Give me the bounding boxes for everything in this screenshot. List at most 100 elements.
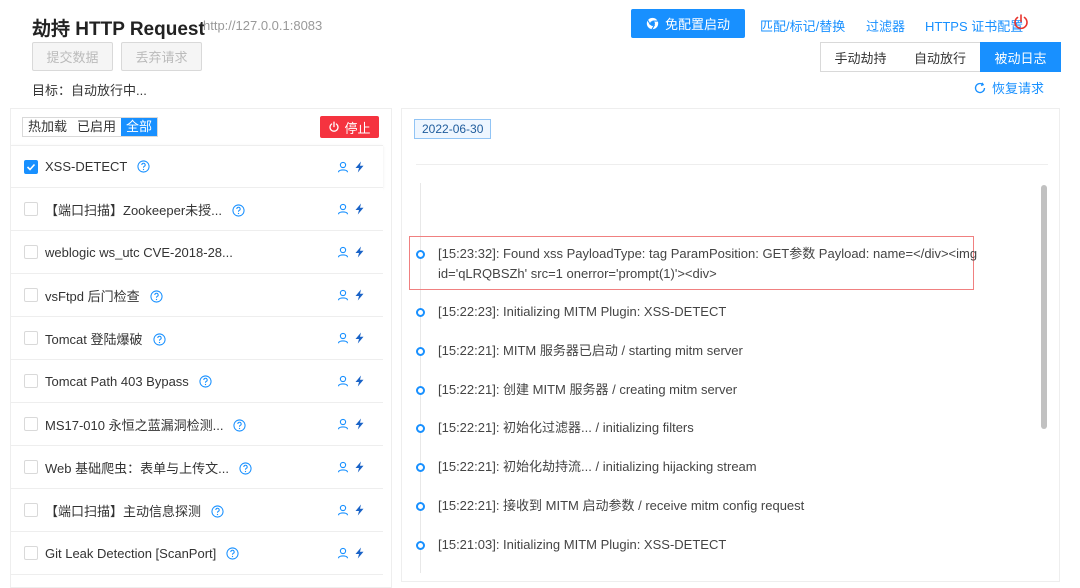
log-line: [15:23:32]: Found xss PayloadType: tag P…: [438, 246, 978, 261]
log-line: [15:22:23]: Initializing MITM Plugin: XS…: [438, 304, 727, 319]
plugin-name: XSS-DETECT: [45, 159, 150, 174]
bolt-icon[interactable]: [354, 547, 365, 559]
help-icon[interactable]: [232, 203, 245, 217]
plugin-item[interactable]: XSS-DETECT: [11, 145, 383, 188]
plugin-actions: [337, 246, 365, 258]
power-icon[interactable]: [1012, 13, 1030, 31]
plugin-name: Git Leak Detection [ScanPort]: [45, 546, 239, 561]
plugin-name: 【端口扫描】主动信息探测: [45, 501, 224, 520]
filter-hot-reload[interactable]: 热加载: [23, 118, 72, 136]
plugin-item[interactable]: 【端口扫描】Zookeeper未授...: [11, 188, 383, 231]
help-icon[interactable]: [137, 160, 150, 173]
help-icon[interactable]: [211, 504, 224, 518]
help-icon[interactable]: [199, 374, 212, 388]
user-icon[interactable]: [337, 203, 349, 215]
plugin-name: Web 基础爬虫：表单与上传文...: [45, 458, 252, 477]
log-entry: [15:22:21]: 初始化过滤器... / initializing fil…: [438, 418, 694, 438]
help-icon[interactable]: [239, 461, 252, 475]
target-status: 目标：自动放行中...: [32, 83, 147, 98]
log-line: [15:22:21]: 接收到 MITM 启动参数 / receive mitm…: [438, 498, 805, 513]
chrome-icon: [646, 17, 659, 30]
plugin-actions: [337, 547, 365, 559]
user-icon[interactable]: [337, 161, 349, 173]
plugin-name-text: Web 基础爬虫：表单与上传文...: [45, 460, 229, 476]
mode-manual-hijack[interactable]: 手动劫持: [820, 42, 901, 72]
plugin-item[interactable]: Git Leak Detection [ScanPort]: [11, 532, 383, 575]
plugin-checkbox[interactable]: [24, 288, 38, 302]
user-icon[interactable]: [337, 289, 349, 301]
plugin-checkbox[interactable]: [24, 503, 38, 517]
quick-start-button[interactable]: 免配置启动: [631, 9, 745, 38]
submit-data-button[interactable]: 提交数据: [32, 42, 113, 71]
user-icon[interactable]: [337, 332, 349, 344]
bolt-icon[interactable]: [354, 289, 365, 301]
plugin-name: MS17-010 永恒之蓝漏洞检测...: [45, 415, 247, 434]
bolt-icon[interactable]: [354, 332, 365, 344]
log-scrollbar[interactable]: [1041, 185, 1047, 429]
match-replace-link[interactable]: 匹配/标记/替换: [760, 16, 845, 35]
filter-all[interactable]: 全部: [121, 118, 158, 136]
bolt-icon[interactable]: [354, 461, 365, 473]
plugin-item[interactable]: weblogic ws_utc CVE-2018-28...: [11, 231, 383, 274]
help-icon[interactable]: [233, 418, 247, 432]
bolt-icon[interactable]: [354, 418, 365, 430]
plugin-item[interactable]: vsFtpd 后门检查: [11, 274, 383, 317]
user-icon[interactable]: [337, 547, 349, 559]
plugin-name: weblogic ws_utc CVE-2018-28...: [45, 245, 233, 260]
divider: [416, 164, 1048, 165]
plugin-name-text: Tomcat 登陆爆破: [45, 331, 143, 347]
help-icon[interactable]: [152, 332, 166, 346]
plugin-actions: [337, 161, 365, 173]
plugin-name-text: Git Leak Detection [ScanPort]: [45, 545, 217, 561]
plugin-name-text: 【端口扫描】Zookeeper未授...: [45, 202, 222, 218]
plugin-checkbox[interactable]: [24, 159, 38, 174]
plugin-item[interactable]: Tomcat Path 403 Bypass: [11, 360, 383, 403]
bolt-icon[interactable]: [354, 246, 365, 258]
bolt-icon[interactable]: [354, 161, 365, 173]
help-icon[interactable]: [226, 546, 239, 560]
timeline-dot: [416, 347, 425, 356]
filter-link[interactable]: 过滤器: [866, 16, 905, 35]
plugin-checkbox[interactable]: [24, 374, 38, 388]
bolt-icon[interactable]: [354, 504, 365, 516]
bolt-icon[interactable]: [354, 203, 365, 215]
plugin-checkbox[interactable]: [24, 460, 38, 474]
bolt-icon[interactable]: [354, 375, 365, 387]
filter-enabled[interactable]: 已启用: [72, 118, 121, 136]
user-icon[interactable]: [337, 504, 349, 516]
plugin-panel: 热加载 已启用 全部 停止 XSS-DETECT 【端口扫描】Zookeeper未…: [10, 108, 392, 588]
timeline-dot: [416, 308, 425, 317]
header: 劫持 HTTP Request http://127.0.0.1:8083 提交…: [0, 0, 1080, 100]
plugin-actions: [337, 418, 365, 430]
plugin-checkbox[interactable]: [24, 331, 38, 345]
date-tag: 2022-06-30: [414, 119, 492, 139]
https-cert-link[interactable]: HTTPS 证书配置: [925, 16, 1023, 35]
plugin-item[interactable]: MS17-010 永恒之蓝漏洞检测...: [11, 403, 383, 446]
user-icon[interactable]: [337, 375, 349, 387]
plugin-actions: [337, 461, 365, 473]
user-icon[interactable]: [337, 418, 349, 430]
log-entry: [15:22:21]: MITM 服务器已启动 / starting mitm …: [438, 341, 743, 361]
plugin-item[interactable]: Tomcat 登陆爆破: [11, 317, 383, 360]
mode-passive-log[interactable]: 被动日志: [980, 42, 1061, 72]
user-icon[interactable]: [337, 461, 349, 473]
help-icon[interactable]: [150, 289, 163, 303]
plugin-checkbox[interactable]: [24, 245, 38, 259]
plugin-item[interactable]: 【端口扫描】主动信息探测: [11, 489, 383, 532]
mode-auto-release[interactable]: 自动放行: [900, 42, 981, 72]
plugin-item[interactable]: Web 基础爬虫：表单与上传文...: [11, 446, 383, 489]
user-icon[interactable]: [337, 246, 349, 258]
plugin-name-text: weblogic ws_utc CVE-2018-28...: [45, 244, 233, 260]
stop-button[interactable]: 停止: [320, 116, 379, 138]
log-line: id='qLRQBSZh' src=1 onerror='prompt(1)'>…: [438, 266, 717, 281]
discard-request-button[interactable]: 丢弃请求: [121, 42, 202, 71]
log-line: [15:22:21]: 初始化劫持流... / initializing hij…: [438, 459, 757, 474]
plugin-name-text: 【端口扫描】主动信息探测: [45, 503, 202, 519]
stop-label: 停止: [344, 120, 371, 136]
log-line: [15:21:03]: Initializing MITM Plugin: XS…: [438, 537, 727, 552]
plugin-checkbox[interactable]: [24, 417, 38, 431]
timeline-dot: [416, 541, 425, 550]
restore-request-button[interactable]: 恢复请求: [974, 78, 1044, 97]
plugin-checkbox[interactable]: [24, 546, 38, 560]
plugin-checkbox[interactable]: [24, 202, 38, 216]
